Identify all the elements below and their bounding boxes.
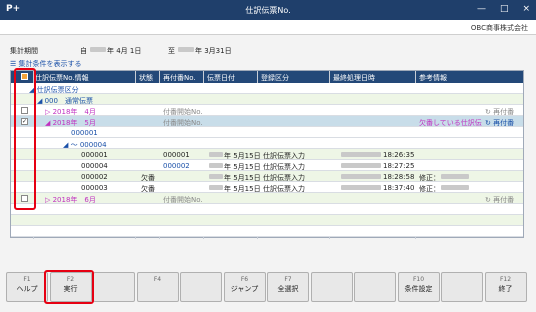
empty-row [11, 226, 523, 237]
function-key-9[interactable] [354, 272, 396, 302]
table-row[interactable]: ▷ 2018年 4月 付番開始No. ↻ 再付番 [11, 105, 523, 116]
slip-info-cell[interactable]: 000003 [81, 184, 108, 192]
masked-date [341, 163, 381, 168]
function-key-number: F7 [284, 276, 292, 283]
table-row[interactable]: ◢ 〜 000004 [11, 138, 523, 149]
window-title: 仕訳伝票No. [245, 6, 291, 15]
function-key-12[interactable]: F12 終了 [484, 272, 527, 302]
empty-row [11, 204, 523, 215]
function-key-5[interactable] [180, 272, 222, 302]
function-key-number: F1 [23, 276, 31, 283]
table-row[interactable]: ✓ ◢ 2018年 5月 付番開始No. 欠番している仕訳伝 ↻ 再付番 [11, 116, 523, 127]
grid-header: 仕訳伝票No.情報 状態 再付番No. 伝票日付 登録区分 最終処理日時 参考情… [11, 71, 523, 83]
company-bar: OBC商事株式会社 [0, 20, 536, 35]
list-icon: ☰ [10, 60, 19, 68]
function-key-number: F12 [499, 276, 512, 283]
header-slip-date: 伝票日付 [207, 74, 235, 82]
title-bar: P+ 仕訳伝票No. — □ × [0, 0, 536, 20]
function-key-11[interactable] [441, 272, 483, 302]
header-slip-info: 仕訳伝票No.情報 [35, 74, 89, 82]
renumber-cell: 000001 [163, 151, 190, 159]
execute-key-highlight [44, 270, 94, 304]
last-processed-cell: 18:27:25 [383, 162, 415, 170]
company-name: OBC商事株式会社 [470, 24, 528, 32]
period-label: 集計期間 [10, 47, 38, 55]
checkbox-column-highlight [14, 68, 36, 210]
table-row[interactable]: 000001 [11, 127, 523, 138]
function-key-6[interactable]: F6 ジャンプ [223, 272, 266, 302]
renumber-cell: 000002 [163, 162, 190, 170]
function-key-label: 条件設定 [404, 285, 433, 293]
masked-year [209, 185, 223, 190]
function-key-number: F4 [153, 276, 162, 283]
masked-editor [441, 174, 469, 179]
table-row[interactable]: 000002 欠番年 5月15日 仕訳伝票入力 18:28:58 修正： [11, 171, 523, 182]
masked-date [341, 152, 381, 157]
function-key-10[interactable]: F10 条件設定 [397, 272, 440, 302]
slip-number-grid: 仕訳伝票No.情報 状態 再付番No. 伝票日付 登録区分 最終処理日時 参考情… [10, 70, 524, 239]
header-reference: 参考情報 [419, 74, 447, 82]
table-row[interactable]: ▷ 2018年 6月 付番開始No. ↻ 再付番 [11, 193, 523, 204]
masked-date [341, 185, 381, 190]
function-key-7[interactable]: F7 全選択 [267, 272, 309, 302]
masked-date [341, 174, 381, 179]
period-to-year-masked [178, 47, 194, 52]
function-key-1[interactable]: F1 ヘルプ [6, 272, 48, 302]
function-key-4[interactable]: F4 [136, 272, 179, 302]
function-key-number: F6 [240, 276, 249, 283]
header-last-processed: 最終処理日時 [333, 74, 375, 82]
last-processed-cell: 18:28:58 [383, 173, 415, 181]
function-key-8[interactable] [310, 272, 353, 302]
function-key-3[interactable] [93, 272, 135, 302]
last-processed-cell: 18:37:40 [383, 184, 415, 192]
function-key-label: 全選択 [277, 285, 299, 293]
last-processed-cell: 18:26:35 [383, 151, 415, 159]
function-key-label: ヘルプ [16, 285, 38, 293]
period-from-date: 年 4月 1日 [107, 47, 142, 55]
table-row[interactable]: 000003 欠番年 5月15日 仕訳伝票入力 18:37:40 修正： [11, 182, 523, 193]
period-from-prefix: 自 [80, 47, 87, 55]
function-key-number: F10 [412, 276, 425, 283]
period-from-year-masked [90, 47, 106, 52]
empty-row [11, 215, 523, 226]
masked-year [209, 163, 223, 168]
header-registration: 登録区分 [261, 74, 289, 82]
table-row[interactable]: 000004 000002 年 5月15日 仕訳伝票入力 18:27:25 [11, 160, 523, 171]
application-window: P+ 仕訳伝票No. — □ × OBC商事株式会社 集計期間 自 年 4月 1… [0, 0, 536, 312]
slip-info-cell[interactable]: 000001 [71, 129, 98, 137]
window-controls: — □ × [477, 4, 530, 14]
close-icon[interactable]: × [522, 4, 530, 14]
period-to-date: 年 3月31日 [195, 47, 232, 55]
slip-info-cell[interactable]: 000004 [81, 162, 108, 170]
table-row[interactable]: 000001 000001 年 5月15日 仕訳伝票入力 18:26:35 [11, 149, 523, 160]
slip-info-cell[interactable]: 000001 [81, 151, 108, 159]
show-conditions-label: 集計条件を表示する [18, 60, 82, 68]
table-row[interactable]: ◢ 000 通常伝票 [11, 94, 523, 105]
function-key-label: ジャンプ [230, 285, 259, 293]
table-row[interactable]: ◢ 仕訳伝票区分 [11, 83, 523, 94]
masked-editor [441, 185, 469, 190]
period-to-prefix: 至 [168, 47, 175, 55]
header-status: 状態 [139, 74, 153, 82]
masked-year [209, 152, 223, 157]
maximize-icon[interactable]: □ [500, 4, 509, 14]
masked-year [209, 174, 223, 179]
function-key-label: 終了 [498, 285, 513, 293]
header-renumber: 再付番No. [163, 74, 196, 82]
minimize-icon[interactable]: — [477, 4, 486, 14]
slip-info-cell[interactable]: 000002 [81, 173, 108, 181]
